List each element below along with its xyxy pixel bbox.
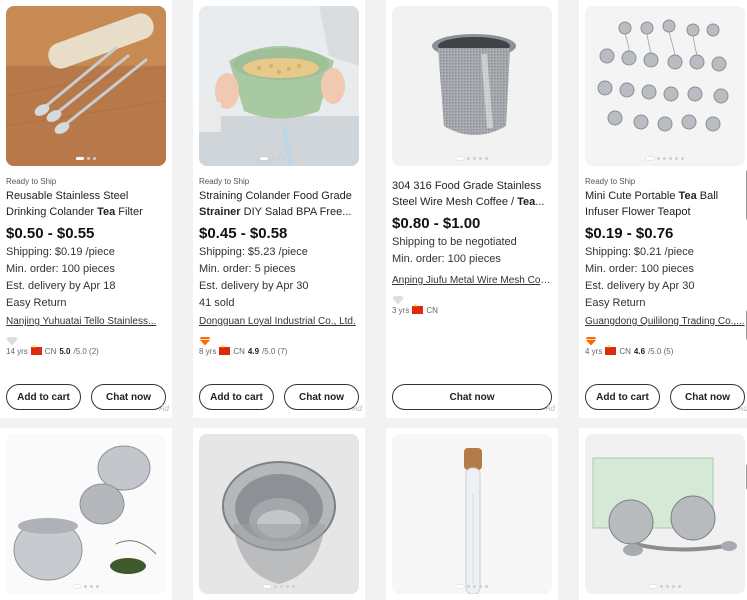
supplier-meta: 4 yrs CN 4.6 /5.0 (5) [585, 344, 745, 357]
min-order: Min. order: 100 pieces [6, 263, 115, 275]
ad-label: Ad [159, 404, 169, 413]
estimated-delivery: Est. delivery by Apr 18 [6, 280, 116, 292]
image-carousel-dots[interactable] [646, 157, 684, 160]
product-card-6[interactable] [193, 428, 365, 600]
product-card-2[interactable]: Ready to Ship Straining Colander Food Gr… [193, 0, 365, 418]
image-carousel-dots[interactable] [456, 585, 488, 588]
china-flag-icon [30, 344, 42, 355]
rating-count: /5.0 (5) [648, 346, 674, 356]
country-code: CN [44, 346, 57, 356]
supplier-years: 8 yrs [199, 346, 217, 356]
supplier-years: 14 yrs [6, 346, 28, 356]
supplier-years: 4 yrs [585, 346, 603, 356]
product-image-colander[interactable] [199, 6, 359, 166]
ad-label: Ad [352, 404, 362, 413]
image-carousel-dots[interactable] [76, 157, 96, 160]
add-to-cart-button[interactable]: Add to cart [6, 384, 81, 410]
shipping-cost: Shipping: $0.19 /piece [6, 246, 115, 258]
price-range: $0.19 - $0.76 [585, 225, 674, 242]
product-image-gift-set[interactable] [585, 434, 745, 594]
image-carousel-dots[interactable] [649, 585, 681, 588]
min-order: Min. order: 100 pieces [392, 253, 501, 265]
rating-value: 4.9 [247, 346, 260, 356]
min-order: Min. order: 100 pieces [585, 263, 694, 275]
price-range: $0.50 - $0.55 [6, 225, 95, 242]
supplier-meta: 3 yrs CN [392, 303, 552, 316]
product-title[interactable]: Straining Colander Food Grade Strainer D… [199, 188, 359, 220]
product-card-8[interactable] [579, 428, 747, 600]
product-image-mesh-filter[interactable] [392, 6, 552, 166]
china-flag-icon [605, 344, 617, 355]
supplier-meta: 14 yrs CN 5.0 /5.0 (2) [6, 344, 166, 357]
product-title[interactable]: Mini Cute Portable Tea Ball Infuser Flow… [585, 188, 745, 220]
country-code: CN [619, 346, 631, 356]
china-flag-icon [219, 344, 231, 355]
image-carousel-dots[interactable] [456, 157, 488, 160]
china-flag-icon [412, 303, 424, 314]
supplier-link[interactable]: Anping Jiufu Metal Wire Mesh Co.,... [392, 274, 552, 288]
easy-return-label: Easy Return [6, 297, 67, 309]
rating-value: 4.6 [633, 346, 646, 356]
country-code: CN [233, 346, 245, 356]
ready-to-ship-label: Ready to Ship [199, 177, 250, 186]
add-to-cart-button[interactable]: Add to cart [199, 384, 274, 410]
image-carousel-dots[interactable] [73, 585, 99, 588]
rating-value: 5.0 [59, 346, 71, 356]
rating-count: /5.0 (2) [73, 346, 99, 356]
product-image-glass-tube[interactable] [392, 434, 552, 594]
product-card-4[interactable]: Ready to Ship Mini Cute Portable Tea Bal… [579, 0, 747, 418]
supplier-link[interactable]: Guangdong Quililong Trading Co.,... [585, 315, 745, 329]
price-range: $0.45 - $0.58 [199, 225, 288, 242]
image-carousel-dots[interactable] [263, 585, 295, 588]
product-card-1[interactable]: Ready to Ship Reusable Stainless Steel D… [0, 0, 172, 418]
chat-now-button[interactable]: Chat now [670, 384, 745, 410]
product-image-straws[interactable] [6, 6, 166, 166]
product-card-7[interactable] [386, 428, 558, 600]
min-order: Min. order: 5 pieces [199, 263, 296, 275]
ready-to-ship-label: Ready to Ship [6, 177, 57, 186]
rating-count: /5.0 (7) [262, 346, 288, 356]
estimated-delivery: Est. delivery by Apr 30 [585, 280, 695, 292]
product-image-filter-cup[interactable] [199, 434, 359, 594]
shipping-cost: Shipping: $5.23 /piece [199, 246, 308, 258]
supplier-meta: 8 yrs CN 4.9 /5.0 (7) [199, 344, 359, 357]
shipping-terms: Shipping to be negotiated [392, 236, 517, 248]
product-card-3[interactable]: 304 316 Food Grade Stainless Steel Wire … [386, 0, 558, 418]
easy-return-label: Easy Return [585, 297, 646, 309]
ready-to-ship-label: Ready to Ship [585, 177, 636, 186]
chat-now-button[interactable]: Chat now [91, 384, 166, 410]
product-title[interactable]: Reusable Stainless Steel Drinking Coland… [6, 188, 166, 220]
country-code: CN [426, 305, 438, 315]
product-title[interactable]: 304 316 Food Grade Stainless Steel Wire … [392, 178, 552, 210]
estimated-delivery: Est. delivery by Apr 30 [199, 280, 309, 292]
sold-count: 41 sold [199, 297, 235, 309]
ad-label: Ad [545, 404, 555, 413]
add-to-cart-button[interactable]: Add to cart [585, 384, 660, 410]
chat-now-button[interactable]: Chat now [284, 384, 359, 410]
supplier-link[interactable]: Dongguan Loyal Industrial Co., Ltd. [199, 315, 359, 329]
shipping-cost: Shipping: $0.21 /piece [585, 246, 694, 258]
product-image-tea-balls[interactable] [585, 6, 745, 166]
image-carousel-dots[interactable] [260, 157, 298, 160]
ad-label: Ad [738, 404, 747, 413]
chat-now-button[interactable]: Chat now [392, 384, 552, 410]
diamond-outline-icon [6, 333, 166, 346]
supplier-link[interactable]: Nanjing Yuhuatai Tello Stainless... [6, 315, 166, 329]
product-card-5[interactable] [0, 428, 172, 600]
supplier-years: 3 yrs [392, 305, 410, 315]
product-image-infuser-balls[interactable] [6, 434, 166, 594]
price-range: $0.80 - $1.00 [392, 215, 481, 232]
